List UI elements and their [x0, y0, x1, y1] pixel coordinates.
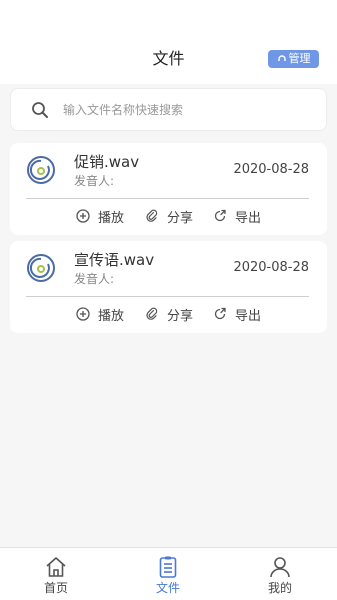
- tab-home[interactable]: 首页: [26, 548, 86, 600]
- export-label: 导出: [235, 308, 262, 324]
- tab-bar: 首页 文件 我的: [0, 547, 337, 600]
- user-icon: [270, 557, 290, 578]
- audio-disc-icon: [27, 156, 55, 184]
- file-actions: 播放 分享 导出: [10, 205, 327, 227]
- home-icon: [46, 557, 66, 577]
- export-icon: [214, 209, 226, 222]
- share-button[interactable]: 分享: [145, 303, 193, 325]
- play-button[interactable]: 播放: [76, 205, 124, 227]
- export-icon: [214, 307, 226, 320]
- file-actions: 播放 分享 导出: [10, 303, 327, 325]
- header: 文件 管理: [0, 0, 337, 84]
- link-icon: [146, 209, 158, 222]
- file-date: 2020-08-28: [233, 260, 309, 275]
- link-icon: [146, 307, 158, 320]
- plus-circle-icon: [76, 209, 90, 223]
- manage-label: 管理: [288, 52, 311, 65]
- file-card[interactable]: 促销.wav 发音人: 2020-08-28 播放 分享 导出: [10, 143, 327, 235]
- search-bar: [10, 88, 327, 131]
- play-button[interactable]: 播放: [76, 303, 124, 325]
- search-input[interactable]: [63, 99, 313, 121]
- speaker-label: 发音人:: [74, 272, 115, 286]
- tab-home-label: 首页: [43, 581, 68, 595]
- speaker-label: 发音人:: [74, 174, 115, 188]
- tab-mine[interactable]: 我的: [250, 548, 310, 600]
- file-date: 2020-08-28: [233, 162, 309, 177]
- headphones-icon: [277, 55, 286, 61]
- export-button[interactable]: 导出: [213, 205, 261, 227]
- share-label: 分享: [167, 210, 194, 226]
- file-name: 宣传语.wav: [74, 251, 155, 269]
- share-button[interactable]: 分享: [145, 205, 193, 227]
- divider: [26, 296, 309, 297]
- export-button[interactable]: 导出: [213, 303, 261, 325]
- play-label: 播放: [98, 308, 125, 324]
- search-icon: [32, 102, 48, 118]
- file-name: 促销.wav: [74, 153, 140, 171]
- play-label: 播放: [98, 210, 125, 226]
- share-label: 分享: [167, 308, 194, 324]
- tab-files-label: 文件: [155, 581, 180, 595]
- file-list-icon: [159, 556, 177, 578]
- audio-disc-icon: [27, 254, 55, 282]
- file-card[interactable]: 宣传语.wav 发音人: 2020-08-28 播放 分享 导出: [10, 241, 327, 333]
- tab-mine-label: 我的: [267, 581, 292, 595]
- manage-button[interactable]: 管理: [268, 50, 319, 68]
- divider: [26, 198, 309, 199]
- export-label: 导出: [235, 210, 262, 226]
- plus-circle-icon: [76, 307, 90, 321]
- tab-files[interactable]: 文件: [138, 548, 198, 600]
